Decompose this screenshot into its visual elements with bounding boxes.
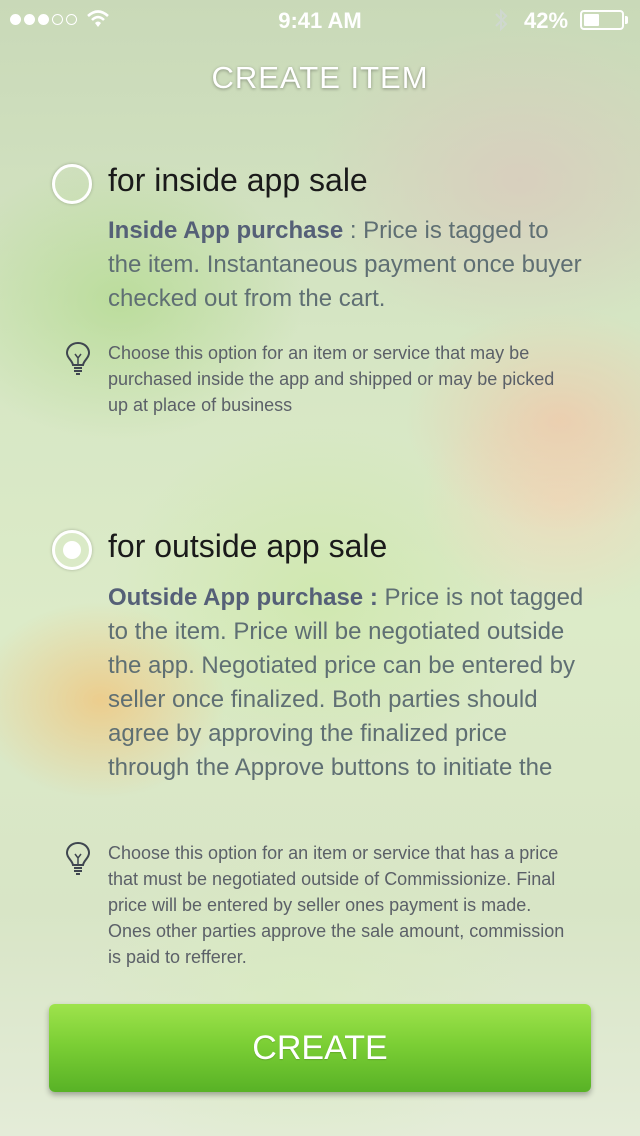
option-description: Inside App purchase : Price is tagged to… bbox=[108, 214, 588, 316]
lightbulb-icon bbox=[65, 341, 91, 375]
option-description-bold: Outside App purchase : bbox=[108, 584, 378, 611]
option-description-text: Price is not tagged to the item. Price w… bbox=[108, 584, 584, 781]
battery-nub bbox=[625, 16, 628, 24]
battery-percent: 42% bbox=[524, 8, 569, 33]
page-title: CREATE ITEM bbox=[211, 60, 429, 95]
radio-outside-app[interactable] bbox=[52, 530, 92, 570]
status-bar: 9:41 AM 42% bbox=[0, 0, 640, 40]
create-button[interactable]: CREATE bbox=[49, 1004, 591, 1092]
battery-icon bbox=[580, 10, 624, 30]
option-title: for inside app sale bbox=[108, 162, 368, 198]
hint-text: Choose this option for an item or servic… bbox=[108, 843, 565, 967]
option-title: for outside app sale bbox=[108, 528, 388, 564]
hint-text: Choose this option for an item or servic… bbox=[108, 343, 555, 415]
option-description: Outside App purchase : Price is not tagg… bbox=[108, 581, 588, 785]
option-description-bold: Inside App purchase bbox=[108, 217, 344, 244]
radio-inside-app[interactable] bbox=[52, 164, 92, 204]
bluetooth-icon bbox=[495, 8, 508, 32]
lightbulb-icon bbox=[65, 841, 91, 875]
